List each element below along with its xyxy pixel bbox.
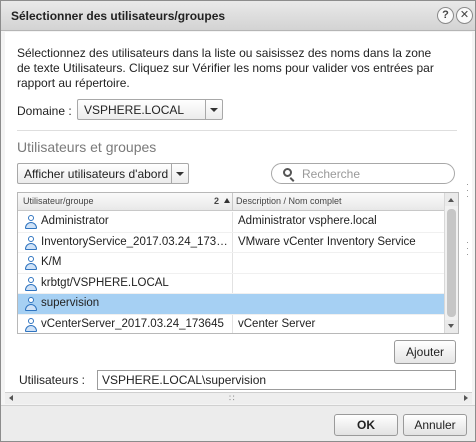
user-icon — [25, 276, 37, 291]
domain-select[interactable]: VSPHERE.LOCAL — [77, 99, 223, 120]
column-divider — [232, 273, 233, 293]
dialog-titlebar[interactable]: Sélectionner des utilisateurs/groupes ? … — [1, 1, 475, 31]
row-user-name: krbtgt/VSPHERE.LOCAL — [41, 276, 169, 289]
column-divider — [232, 314, 233, 333]
sort-ascending-icon — [224, 198, 230, 203]
help-icon[interactable]: ? — [437, 7, 454, 24]
scroll-down-icon[interactable] — [445, 320, 458, 333]
row-description: Administrator vsphere.local — [238, 215, 377, 227]
users-field[interactable]: VSPHERE.LOCAL\supervision — [97, 370, 456, 390]
row-user-name: vCenterServer_2017.03.24_173645 — [41, 317, 224, 330]
column-divider — [232, 212, 233, 232]
row-user-name: supervision — [41, 297, 100, 309]
user-icon — [25, 317, 37, 332]
resize-grip-icon[interactable]: · · · — [466, 180, 469, 201]
domain-label: Domaine : — [17, 104, 72, 118]
row-description: vCenter Server — [238, 317, 316, 330]
show-filter-value: Afficher utilisateurs d'abord — [24, 167, 169, 181]
table-header: Utilisateur/groupe 2 Description / Nom c… — [18, 193, 444, 211]
add-button[interactable]: Ajouter — [394, 340, 456, 364]
dialog-content: Sélectionnez des utilisateurs dans la li… — [5, 32, 472, 392]
domain-value: VSPHERE.LOCAL — [84, 103, 185, 117]
users-label: Utilisateurs : — [19, 373, 86, 387]
scrollbar-thumb[interactable] — [447, 209, 456, 317]
table-row[interactable]: vCenterServer_2017.03.24_173645 vCenter … — [18, 314, 444, 333]
search-input[interactable]: Recherche — [271, 163, 455, 184]
instructions-text: Sélectionnez des utilisateurs dans la li… — [17, 46, 434, 90]
user-icon — [25, 235, 37, 250]
column-divider — [232, 253, 233, 273]
row-user-name: Administrator — [41, 215, 109, 227]
user-icon — [25, 256, 37, 270]
column-resize-handle[interactable] — [232, 193, 233, 211]
table-row[interactable]: Administrator Administrator vsphere.loca… — [18, 212, 444, 233]
divider — [17, 130, 457, 131]
table-row-selected[interactable]: supervision — [18, 294, 444, 315]
table-body: Administrator Administrator vsphere.loca… — [18, 212, 444, 333]
row-user-name: InventoryService_2017.03.24_1733... — [41, 235, 229, 248]
close-icon[interactable]: ✕ — [456, 7, 473, 24]
column-header-description[interactable]: Description / Nom complet — [236, 196, 342, 206]
search-icon — [283, 168, 292, 177]
resize-grip-icon[interactable]: · · · — [466, 238, 469, 259]
chevron-down-icon[interactable] — [171, 164, 188, 183]
ok-button[interactable]: OK — [334, 414, 398, 436]
table-row[interactable]: K/M — [18, 253, 444, 274]
sort-order-indicator: 2 — [214, 196, 220, 206]
show-filter-select[interactable]: Afficher utilisateurs d'abord — [17, 163, 189, 184]
user-icon — [25, 215, 37, 229]
table-vertical-scrollbar[interactable] — [444, 193, 458, 333]
user-icon — [25, 297, 37, 311]
dialog-title: Sélectionner des utilisateurs/groupes — [11, 9, 226, 23]
section-title: Utilisateurs et groupes — [17, 139, 157, 155]
resize-grip-icon[interactable]: ∷ — [229, 393, 235, 404]
select-users-groups-dialog: Sélectionner des utilisateurs/groupes ? … — [0, 0, 476, 442]
table-row[interactable]: InventoryService_2017.03.24_1733... VMwa… — [18, 232, 444, 253]
dialog-horizontal-scrollbar[interactable]: ∷ — [5, 392, 472, 404]
row-user-name: K/M — [41, 256, 62, 268]
scroll-up-icon[interactable] — [445, 193, 458, 206]
column-header-user-group[interactable]: Utilisateur/groupe — [23, 196, 94, 206]
dialog-footer: OK Annuler — [1, 405, 475, 441]
chevron-down-icon[interactable] — [205, 100, 222, 119]
column-divider — [232, 232, 233, 252]
table-row[interactable]: krbtgt/VSPHERE.LOCAL — [18, 273, 444, 294]
users-groups-table: Utilisateur/groupe 2 Description / Nom c… — [17, 192, 459, 334]
row-description: VMware vCenter Inventory Service — [238, 235, 416, 248]
search-placeholder: Recherche — [302, 167, 361, 181]
cancel-button[interactable]: Annuler — [403, 414, 467, 436]
